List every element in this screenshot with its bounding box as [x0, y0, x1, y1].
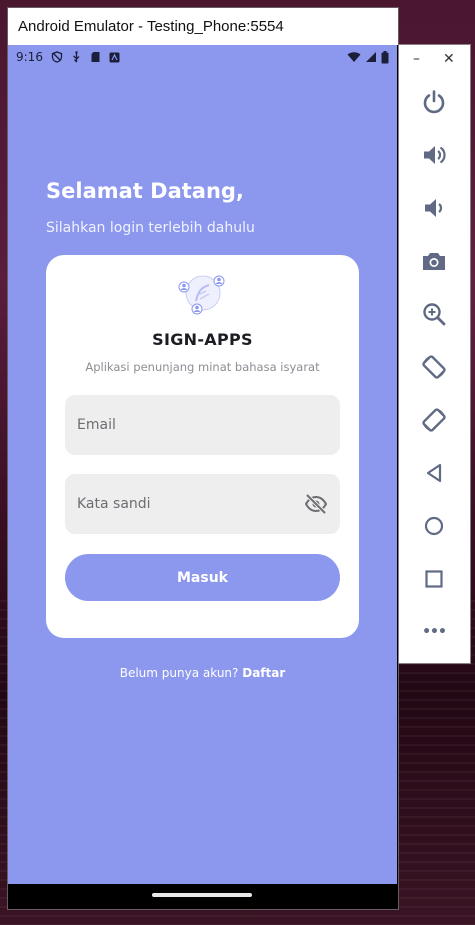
cell-signal-icon: [366, 52, 376, 62]
app-tagline: Aplikasi penunjang minat bahasa isyarat: [85, 360, 320, 374]
login-button[interactable]: Masuk: [65, 554, 340, 601]
usb-icon: [73, 51, 80, 63]
rotate-right-icon: [422, 408, 446, 432]
welcome-subtitle: Silahkan login terlebih dahulu: [46, 220, 255, 236]
emulator-toolbar: – ✕ •••: [399, 45, 470, 663]
status-time: 9:16: [16, 50, 43, 64]
rotate-left-button[interactable]: [419, 352, 449, 382]
power-button[interactable]: [419, 87, 449, 117]
emulator-window: Android Emulator - Testing_Phone:5554 9:…: [8, 8, 398, 909]
rotate-left-icon: [422, 355, 446, 379]
minimize-button[interactable]: –: [413, 51, 420, 67]
volume-down-icon: [425, 199, 443, 217]
register-prompt: Belum punya akun? Daftar: [8, 666, 397, 680]
welcome-title: Selamat Datang,: [46, 179, 244, 203]
home-circle-icon: [424, 516, 444, 536]
eye-off-icon[interactable]: [304, 492, 328, 516]
app-name: SIGN-APPS: [152, 330, 253, 349]
overview-button[interactable]: [419, 564, 449, 594]
register-prompt-text: Belum punya akun?: [119, 666, 239, 680]
volume-up-button[interactable]: [419, 140, 449, 170]
back-button[interactable]: [419, 458, 449, 488]
battery-icon: [381, 50, 389, 63]
app-notification-icon: [109, 52, 120, 62]
overview-square-icon: [425, 570, 443, 588]
app-logo-icon: [178, 275, 225, 315]
navigation-bar: [8, 884, 397, 909]
rotate-right-button[interactable]: [419, 405, 449, 435]
window-titlebar[interactable]: Android Emulator - Testing_Phone:5554: [8, 8, 398, 45]
volume-down-button[interactable]: [419, 193, 449, 223]
home-button[interactable]: [419, 511, 449, 541]
shield-icon: [51, 51, 63, 63]
zoom-button[interactable]: [419, 299, 449, 329]
screenshot-button[interactable]: [419, 246, 449, 276]
close-button[interactable]: ✕: [443, 51, 455, 67]
password-input[interactable]: [77, 496, 304, 512]
wifi-icon: [347, 52, 361, 62]
more-options-button[interactable]: •••: [419, 617, 449, 647]
status-bar: 9:16: [8, 45, 397, 69]
back-triangle-icon: [426, 463, 442, 483]
camera-icon: [423, 253, 445, 270]
email-field[interactable]: [65, 395, 340, 455]
register-link[interactable]: Daftar: [242, 666, 285, 680]
power-icon: [423, 90, 445, 114]
password-field[interactable]: [65, 474, 340, 534]
home-gesture-handle[interactable]: [152, 893, 252, 897]
window-title: Android Emulator - Testing_Phone:5554: [18, 18, 284, 35]
more-dots-icon: •••: [422, 624, 447, 640]
device-screen: 9:16 Selamat Datang, Silahkan login terl…: [8, 45, 397, 884]
sd-card-icon: [91, 52, 100, 62]
email-input[interactable]: [77, 417, 328, 433]
zoom-in-icon: [423, 303, 446, 326]
login-card: SIGN-APPS Aplikasi penunjang minat bahas…: [46, 255, 359, 638]
volume-up-icon: [424, 146, 446, 164]
